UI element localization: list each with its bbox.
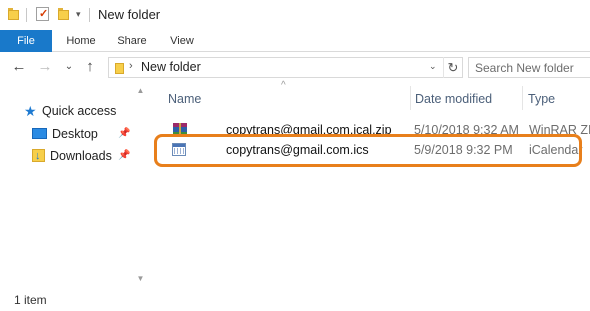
folder-icon[interactable] bbox=[8, 8, 19, 20]
address-row: ← → ⌄ ↑ › New folder ⌄ ↻ Search New fold… bbox=[0, 52, 590, 82]
new-folder-icon[interactable] bbox=[58, 8, 69, 20]
column-header-type[interactable]: Type bbox=[528, 88, 555, 110]
tab-home[interactable]: Home bbox=[58, 30, 104, 52]
pin-icon: 📌 bbox=[118, 150, 131, 161]
quick-access-toolbar-dropdown-icon[interactable]: ▾ bbox=[76, 9, 81, 20]
highlight-callout bbox=[154, 134, 582, 167]
item-count: 1 item bbox=[14, 293, 47, 307]
sidebar-item-label: Quick access bbox=[42, 104, 117, 118]
file-list: ^ Name Date modified Type copytrans@gmai… bbox=[148, 80, 590, 288]
refresh-icon[interactable]: ↻ bbox=[443, 57, 462, 78]
navigation-pane: ★ Quick access Desktop 📌 ↓ Downloads 📌 bbox=[0, 82, 148, 288]
sidebar-item-quick-access[interactable]: ★ Quick access bbox=[24, 102, 124, 120]
scroll-up-icon[interactable]: ▲ bbox=[133, 85, 148, 97]
divider bbox=[89, 8, 90, 22]
up-arrow-icon[interactable]: ↑ bbox=[81, 58, 99, 76]
ribbon-tabs: File Home Share View bbox=[0, 30, 590, 52]
properties-icon[interactable]: ✓ bbox=[36, 7, 49, 21]
star-icon: ★ bbox=[24, 103, 37, 119]
address-bar[interactable]: › New folder ⌄ ↻ bbox=[108, 57, 463, 78]
search-input[interactable]: Search New folder bbox=[468, 57, 590, 78]
sidebar-item-desktop[interactable]: Desktop 📌 bbox=[32, 125, 132, 143]
scroll-down-icon[interactable]: ▼ bbox=[133, 273, 148, 285]
sidebar-item-downloads[interactable]: ↓ Downloads 📌 bbox=[32, 147, 132, 165]
divider bbox=[26, 8, 27, 22]
tab-view[interactable]: View bbox=[162, 30, 202, 52]
downloads-icon: ↓ bbox=[32, 149, 45, 162]
sidebar-item-label: Downloads bbox=[50, 149, 112, 163]
breadcrumb[interactable]: New folder bbox=[141, 60, 201, 74]
breadcrumb-chevron-icon[interactable]: › bbox=[129, 60, 133, 72]
column-header-name[interactable]: Name bbox=[168, 88, 201, 110]
sort-ascending-icon: ^ bbox=[281, 80, 286, 91]
desktop-icon bbox=[32, 128, 47, 139]
title-bar: ✓ ▾ New folder bbox=[0, 0, 590, 30]
folder-icon bbox=[115, 62, 124, 74]
sidebar-item-label: Desktop bbox=[52, 127, 98, 141]
column-divider[interactable] bbox=[522, 86, 523, 110]
forward-arrow-icon[interactable]: → bbox=[36, 58, 54, 76]
tab-share[interactable]: Share bbox=[110, 30, 154, 52]
tab-file[interactable]: File bbox=[0, 30, 52, 52]
pin-icon: 📌 bbox=[118, 128, 131, 139]
column-header-date-modified[interactable]: Date modified bbox=[415, 88, 492, 110]
scrollbar[interactable]: ▲ ▼ bbox=[133, 82, 148, 288]
address-dropdown-icon[interactable]: ⌄ bbox=[429, 61, 437, 72]
window-title: New folder bbox=[98, 7, 161, 22]
status-bar: 1 item bbox=[0, 288, 590, 311]
back-arrow-icon[interactable]: ← bbox=[10, 58, 28, 76]
column-divider[interactable] bbox=[410, 86, 411, 110]
recent-locations-chevron-icon[interactable]: ⌄ bbox=[60, 58, 78, 76]
